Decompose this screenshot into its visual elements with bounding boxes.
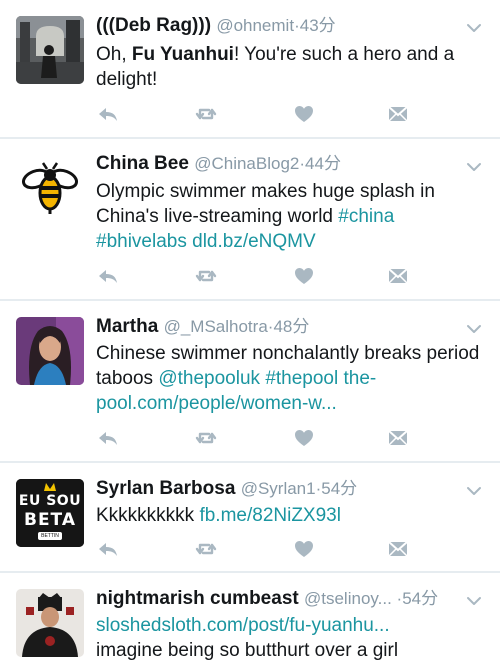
avatar[interactable]: EU SOU BETA BETTIN: [16, 479, 84, 547]
url-link[interactable]: fb.me/82NiZX93l: [199, 505, 341, 526]
tweet-header: Martha @_MSalhotra·48分: [96, 316, 310, 337]
timestamp[interactable]: 44分: [305, 154, 341, 173]
like-icon[interactable]: [292, 426, 316, 450]
timestamp[interactable]: 54分: [321, 479, 357, 498]
tweet-china-bee[interactable]: China Bee @ChinaBlog2·44分 Olympic swimme…: [0, 139, 500, 299]
handle[interactable]: @tselinoy...: [304, 589, 392, 608]
tweet-header: (((Deb Rag))) @ohnemit·43分: [96, 15, 336, 36]
tweet-actions: [96, 537, 426, 561]
tweet-actions: [96, 264, 426, 288]
dm-icon[interactable]: [386, 537, 410, 561]
tweet-syrlan-barbosa[interactable]: EU SOU BETA BETTIN Syrlan Barbosa @Syrla…: [0, 463, 500, 571]
hashtag-link[interactable]: #bhivelabs: [96, 231, 187, 252]
photo-avatar-icon: [16, 589, 84, 657]
retweet-icon[interactable]: [194, 264, 218, 288]
reply-icon[interactable]: [96, 537, 120, 561]
tweet-nightmarish-cumbeast[interactable]: nightmarish cumbeast @tselinoy... ·54分 s…: [0, 573, 500, 672]
like-icon[interactable]: [292, 102, 316, 126]
url-link[interactable]: sloshedsloth.com/post/fu-yuanhu...: [96, 615, 390, 636]
tweet-header: Syrlan Barbosa @Syrlan1·54分: [96, 478, 358, 499]
hashtag-link[interactable]: #thepool: [265, 368, 338, 389]
photo-avatar-icon: [16, 317, 84, 385]
display-name[interactable]: Martha: [96, 316, 158, 337]
avatar[interactable]: [16, 153, 84, 221]
retweet-icon[interactable]: [194, 102, 218, 126]
tweet-actions: [96, 426, 426, 450]
url-link[interactable]: dld.bz/eNQMV: [192, 231, 316, 252]
chevron-down-icon[interactable]: [466, 20, 482, 36]
avatar[interactable]: [16, 589, 84, 657]
mention-link[interactable]: @thepooluk: [158, 368, 260, 389]
chevron-down-icon[interactable]: [466, 483, 482, 499]
avatar-text-line2: BETA: [23, 510, 76, 530]
tweet-header: China Bee @ChinaBlog2·44分: [96, 153, 341, 174]
bee-icon: [16, 153, 84, 221]
tweet-text: Chinese swimmer nonchalantly breaks peri…: [96, 343, 480, 414]
photo-avatar-icon: [16, 16, 84, 84]
chevron-down-icon[interactable]: [466, 593, 482, 609]
chevron-down-icon[interactable]: [466, 159, 482, 175]
dm-icon[interactable]: [386, 264, 410, 288]
tweet-martha[interactable]: Martha @_MSalhotra·48分 Chinese swimmer n…: [0, 301, 500, 461]
avatar-badge: BETTIN: [38, 532, 62, 540]
tweet-actions: [96, 102, 426, 126]
display-name[interactable]: Syrlan Barbosa: [96, 478, 235, 499]
like-icon[interactable]: [292, 537, 316, 561]
retweet-icon[interactable]: [194, 537, 218, 561]
timestamp[interactable]: 43分: [300, 16, 336, 35]
timestamp[interactable]: 54分: [402, 589, 438, 608]
dm-icon[interactable]: [386, 426, 410, 450]
handle[interactable]: @Syrlan1: [241, 479, 316, 498]
hashtag-link[interactable]: #china: [338, 206, 394, 227]
tweet-text: Kkkkkkkkkk fb.me/82NiZX93l: [96, 505, 341, 526]
like-icon[interactable]: [292, 264, 316, 288]
handle[interactable]: @ChinaBlog2: [194, 154, 299, 173]
bold-name: Fu Yuanhui: [131, 44, 234, 65]
avatar[interactable]: [16, 317, 84, 385]
tweet-text: sloshedsloth.com/post/fu-yuanhu... imagi…: [96, 615, 399, 661]
reply-icon[interactable]: [96, 426, 120, 450]
tweet-header: nightmarish cumbeast @tselinoy... ·54分: [96, 588, 439, 609]
tweet-deb-rag[interactable]: (((Deb Rag))) @ohnemit·43分 Oh, Fu Yuanhu…: [0, 0, 500, 137]
handle[interactable]: @ohnemit: [216, 16, 294, 35]
retweet-icon[interactable]: [194, 426, 218, 450]
handle[interactable]: @_MSalhotra: [164, 317, 268, 336]
timestamp[interactable]: 48分: [273, 317, 309, 336]
display-name[interactable]: (((Deb Rag))): [96, 15, 211, 36]
display-name[interactable]: China Bee: [96, 153, 189, 174]
tweet-text: Oh, Fu Yuanhui! You're such a hero and a…: [96, 44, 455, 90]
reply-icon[interactable]: [96, 264, 120, 288]
avatar[interactable]: [16, 16, 84, 84]
reply-icon[interactable]: [96, 102, 120, 126]
chevron-down-icon[interactable]: [466, 321, 482, 337]
avatar-text-line1: EU SOU: [18, 493, 82, 509]
display-name[interactable]: nightmarish cumbeast: [96, 588, 299, 609]
tweet-text: Olympic swimmer makes huge splash in Chi…: [96, 181, 435, 252]
dm-icon[interactable]: [386, 102, 410, 126]
